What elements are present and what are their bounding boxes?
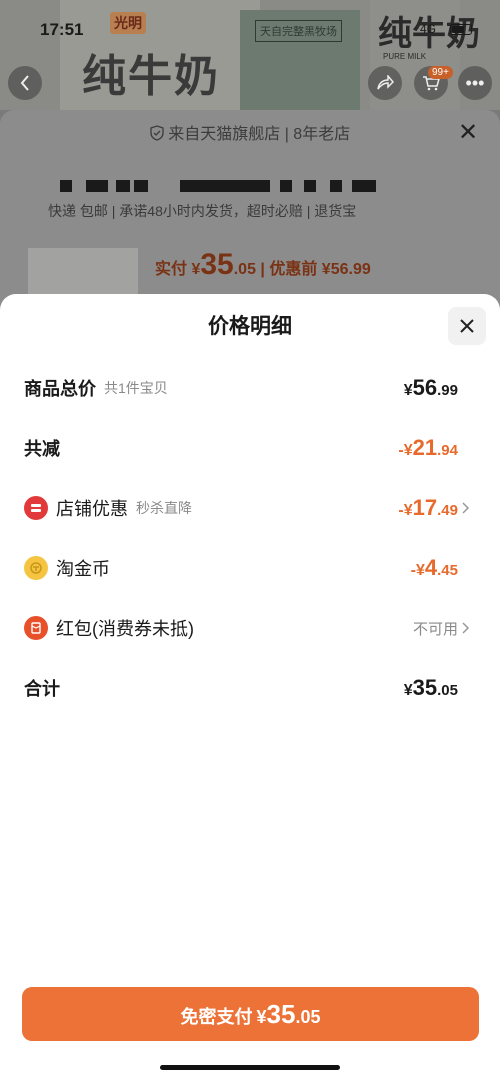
goods-total-label: 商品总价: [24, 379, 96, 399]
row-sum: 合计 ¥35.05: [24, 668, 476, 708]
chevron-right-icon: [462, 622, 476, 634]
goods-total-dec: .99: [437, 382, 458, 399]
hero-title-right-sub: PURE MILK: [383, 52, 427, 61]
back-button[interactable]: [8, 66, 42, 100]
sum-amount: ¥35.05: [404, 675, 458, 701]
shop-discount-label: 店铺优惠: [56, 499, 128, 519]
goods-total-prefix: ¥: [403, 382, 413, 399]
price-before-discount: | 优惠前 ¥56.99: [255, 261, 371, 278]
shop-info: 来自天猫旗舰店 | 8年老店: [0, 120, 500, 144]
sum-dec: .05: [437, 682, 458, 699]
close-button[interactable]: [448, 307, 486, 345]
total-reduced-label: 共减: [24, 439, 60, 459]
redacted-product-title: [60, 180, 420, 192]
total-reduced-prefix: -¥: [398, 442, 413, 459]
more-icon: •••: [465, 72, 485, 93]
row-total-reduced: 共减 -¥ 21.94: [24, 428, 476, 468]
price-detail-sheet: 价格明细 商品总价 共1件宝贝 ¥56.99 共减 -¥ 21.94 店铺优惠 秒…: [0, 294, 500, 1082]
status-time: 17:51: [40, 20, 84, 39]
network-indicator: 4G: [420, 22, 437, 36]
more-button[interactable]: •••: [458, 66, 492, 100]
share-icon: [377, 75, 394, 90]
actual-payment-summary: 实付 ¥35.05 | 优惠前 ¥56.99: [155, 248, 371, 282]
shop-discount-prefix: -¥: [398, 502, 413, 519]
gold-coin-icon: [24, 556, 48, 580]
hero-title-left: 纯牛奶: [82, 51, 220, 102]
red-packet-status: 不可用: [412, 620, 458, 638]
brand-logo: 光明: [110, 12, 146, 34]
row-gold-coin[interactable]: 淘金币 -¥ 4.45: [24, 548, 476, 588]
shop-discount-icon: [24, 496, 48, 520]
total-reduced-dec: .94: [437, 442, 458, 459]
product-thumbnail: [28, 248, 138, 298]
shop-discount-sub: 秒杀直降: [136, 500, 192, 516]
row-shop-discount[interactable]: 店铺优惠 秒杀直降 -¥ 17.49: [24, 488, 476, 528]
close-icon: [460, 319, 474, 333]
pay-button-dec: .05: [295, 1007, 321, 1027]
gold-coin-amount: -¥ 4.45: [411, 555, 458, 581]
gold-coin-label: 淘金币: [56, 559, 110, 579]
red-packet-label: 红包(消费券未抵): [56, 619, 194, 639]
hero-title-middle: 天自完整黑牧场: [255, 20, 342, 42]
order-sheet-close-icon[interactable]: ✕: [458, 118, 478, 147]
home-indicator[interactable]: [160, 1065, 340, 1070]
pay-button-prefix: ¥: [256, 1007, 267, 1027]
actual-payment-int: 35: [200, 248, 234, 281]
row-red-packet[interactable]: 红包(消费券未抵) 不可用: [24, 608, 476, 648]
password-free-pay-button[interactable]: 免密支付 ¥35.05: [22, 987, 479, 1041]
share-button[interactable]: [368, 66, 402, 100]
chevron-right-icon: [462, 502, 476, 514]
shop-discount-dec: .49: [437, 502, 458, 519]
goods-count: 共1件宝贝: [104, 380, 168, 396]
pay-button-int: 35: [266, 999, 296, 1029]
chevron-left-icon: [20, 75, 29, 91]
shop-discount-amount: -¥ 17.49: [398, 495, 458, 521]
red-packet-icon: [24, 616, 48, 640]
delivery-info: 快递 包邮 | 承诺48小时内发货，超时必赔 | 退货宝: [48, 203, 357, 219]
goods-total-int: 56: [412, 375, 438, 400]
actual-payment-dec: .05: [233, 261, 256, 278]
shop-discount-int: 17: [412, 495, 438, 520]
sum-label: 合计: [24, 679, 60, 699]
shop-info-text: 来自天猫旗舰店 | 8年老店: [168, 126, 351, 143]
sum-int: 35: [412, 675, 438, 700]
total-reduced-int: 21: [412, 435, 438, 460]
row-goods-total: 商品总价 共1件宝贝 ¥56.99: [24, 368, 476, 408]
sum-prefix: ¥: [403, 682, 413, 699]
gold-coin-prefix: -¥: [410, 562, 425, 579]
gold-coin-dec: .45: [437, 562, 458, 579]
battery-icon: [450, 24, 472, 35]
shield-check-icon: [150, 125, 164, 141]
gold-coin-int: 4: [424, 555, 438, 580]
sheet-title: 价格明细: [208, 315, 292, 338]
goods-total-amount: ¥56.99: [404, 375, 458, 401]
total-reduced-amount: -¥ 21.94: [398, 435, 458, 461]
cart-count-badge: 99+: [428, 66, 453, 79]
pay-button-label: 免密支付: [180, 1007, 253, 1027]
actual-payment-label: 实付 ¥: [155, 261, 201, 278]
